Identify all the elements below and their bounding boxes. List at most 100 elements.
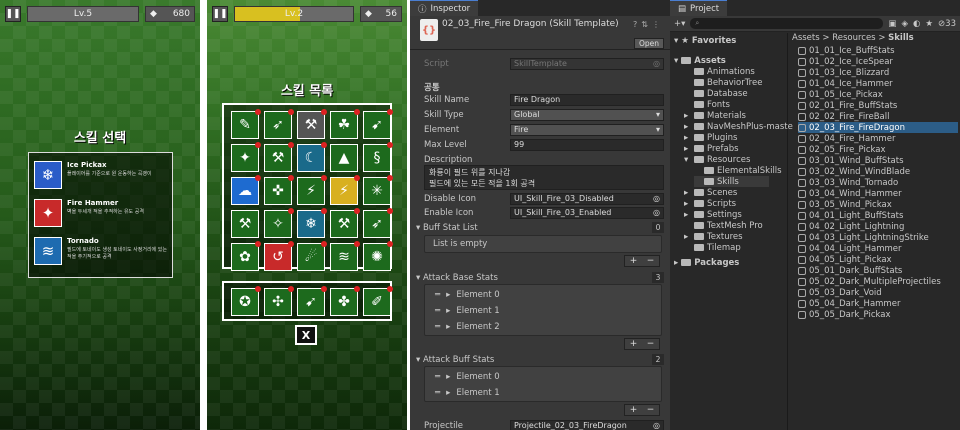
- object-picker-icon[interactable]: ◎: [653, 421, 660, 430]
- object-picker-icon[interactable]: ◎: [653, 194, 660, 203]
- asset-file[interactable]: 02_02_Fire_FireBall: [798, 111, 958, 122]
- skill-option-2[interactable]: ≋ Tornado 필드에 토네이도 생성 토네이도 사정거리에 있는 적을 주기…: [34, 237, 169, 271]
- filter-label-icon[interactable]: ◈: [901, 19, 908, 29]
- assets-node[interactable]: ▾ Assets: [674, 55, 726, 66]
- skill-slot[interactable]: ✿: [231, 241, 261, 271]
- list-element[interactable]: ═ ▸ Element 0: [435, 370, 500, 383]
- chevron-right-icon[interactable]: ▸: [684, 122, 691, 132]
- buff-stat-count[interactable]: 0: [652, 222, 664, 233]
- tab-inspector[interactable]: ⓘ Inspector: [410, 0, 479, 16]
- pause-button[interactable]: ❚❚: [5, 6, 21, 22]
- tree-folder[interactable]: ▸ Textures: [684, 231, 743, 242]
- asset-file[interactable]: 03_04_Wind_Hammer: [798, 188, 958, 199]
- asset-file[interactable]: 01_04_Ice_Hammer: [798, 78, 958, 89]
- chevron-down-icon[interactable]: ▾: [684, 155, 691, 165]
- skill-slot[interactable]: ☘: [330, 109, 360, 139]
- skill-slot[interactable]: ↺: [264, 241, 294, 271]
- skill-slot[interactable]: ✺: [363, 241, 393, 271]
- projectile-field[interactable]: Projectile_02_03_FireDragon ◎: [510, 419, 664, 430]
- tree-folder[interactable]: Database: [684, 88, 748, 99]
- skill-slot[interactable]: ✎: [231, 109, 261, 139]
- drag-handle-icon[interactable]: ═: [435, 388, 440, 398]
- skill-slot[interactable]: ☁: [231, 175, 261, 205]
- asset-file[interactable]: 05_04_Dark_Hammer: [798, 298, 958, 309]
- skill-slot[interactable]: ≋: [330, 241, 360, 271]
- skill-slot[interactable]: ✳: [363, 175, 393, 205]
- chevron-right-icon[interactable]: ▸: [684, 199, 691, 209]
- buff-stat-list-header[interactable]: ▾ Buff Stat List 0: [410, 221, 664, 234]
- skill-slot[interactable]: ▲: [330, 144, 358, 172]
- chevron-right-icon[interactable]: ▸: [684, 232, 691, 242]
- skill-slot[interactable]: ❄: [297, 208, 327, 238]
- asset-file[interactable]: 04_03_Light_LightningStrike: [798, 232, 958, 243]
- chevron-right-icon[interactable]: ▸: [684, 144, 691, 154]
- disable-icon-field[interactable]: UI_Skill_Fire_03_Disabled ◎: [510, 192, 664, 205]
- breadcrumb-assets[interactable]: Assets: [792, 33, 820, 43]
- packages-node[interactable]: ▸ Packages: [674, 257, 739, 268]
- drag-handle-icon[interactable]: ═: [435, 372, 440, 382]
- remove-button[interactable]: −: [642, 339, 659, 349]
- open-button[interactable]: Open: [633, 38, 664, 49]
- tree-folder[interactable]: Fonts: [684, 99, 730, 110]
- visibility-count[interactable]: ⊘33: [938, 19, 956, 29]
- max-level-input[interactable]: 99: [510, 138, 664, 151]
- skill-slot[interactable]: ✪: [231, 286, 261, 316]
- asset-file[interactable]: 02_03_Fire_FireDragon: [798, 122, 958, 133]
- asset-file[interactable]: 01_05_Ice_Pickax: [798, 89, 958, 100]
- asset-file[interactable]: 01_02_Ice_IceSpear: [798, 56, 958, 67]
- skill-option-1[interactable]: ✦ Fire Hammer 벽을 두세개 적을 추적하는 유도 공격: [34, 199, 169, 233]
- tree-folder[interactable]: ▸ Scripts: [684, 198, 736, 209]
- kebab-menu-icon[interactable]: ⋮: [652, 20, 664, 29]
- add-button[interactable]: +: [625, 339, 642, 349]
- pause-button[interactable]: ❚❚: [212, 6, 228, 22]
- skill-slot[interactable]: ⚒: [231, 210, 259, 238]
- attack-base-count[interactable]: 3: [652, 272, 664, 283]
- preset-icon[interactable]: ⇅: [641, 20, 652, 29]
- skill-slot[interactable]: ✤: [330, 286, 360, 316]
- asset-file[interactable]: 03_02_Wind_WindBlade: [798, 166, 958, 177]
- tree-folder[interactable]: TextMesh Pro: [684, 220, 763, 231]
- add-button[interactable]: +: [625, 405, 642, 415]
- asset-file[interactable]: 03_03_Wind_Tornado: [798, 177, 958, 188]
- tree-folder[interactable]: ▸ Materials: [684, 110, 746, 121]
- description-textarea[interactable]: 화룡이 필드 위를 지나감 필드에 있는 모든 적을 1회 공격: [424, 165, 664, 190]
- tree-folder[interactable]: ▸ Scenes: [684, 187, 737, 198]
- create-plus-icon[interactable]: +▾: [674, 19, 685, 29]
- skill-slot[interactable]: ⚒: [264, 142, 294, 172]
- asset-file[interactable]: 04_02_Light_Lightning: [798, 221, 958, 232]
- element-dropdown[interactable]: Fire ▾: [510, 123, 664, 136]
- tree-folder[interactable]: ▸ NavMeshPlus-maste: [684, 121, 793, 132]
- tree-folder[interactable]: ▸ Prefabs: [684, 143, 739, 154]
- list-element[interactable]: ═ ▸ Element 0: [435, 288, 500, 301]
- skill-slot[interactable]: ➹: [363, 109, 393, 139]
- drag-handle-icon[interactable]: ═: [435, 322, 440, 332]
- tree-folder[interactable]: ▸ Plugins: [684, 132, 737, 143]
- remove-button[interactable]: −: [642, 256, 659, 266]
- chevron-right-icon[interactable]: ▸: [684, 188, 691, 198]
- tree-folder[interactable]: ▸ Settings: [684, 209, 742, 220]
- skill-slot[interactable]: ⚒: [297, 109, 327, 139]
- hidden-packages-icon[interactable]: ◐: [913, 19, 920, 29]
- tree-folder[interactable]: Animations: [684, 66, 755, 77]
- skill-slot[interactable]: ➹: [297, 286, 327, 316]
- asset-file[interactable]: 01_03_Ice_Blizzard: [798, 67, 958, 78]
- asset-file[interactable]: 02_01_Fire_BuffStats: [798, 100, 958, 111]
- asset-file[interactable]: 01_01_Ice_BuffStats: [798, 45, 958, 56]
- skill-name-input[interactable]: Fire Dragon: [510, 93, 664, 106]
- enable-icon-field[interactable]: UI_Skill_Fire_03_Enabled ◎: [510, 206, 664, 219]
- chevron-right-icon[interactable]: ▸: [684, 210, 691, 220]
- asset-file[interactable]: 03_01_Wind_BuffStats: [798, 155, 958, 166]
- asset-file[interactable]: 04_05_Light_Pickax: [798, 254, 958, 265]
- skill-slot[interactable]: ☾: [297, 142, 327, 172]
- skill-slot[interactable]: ✣: [264, 286, 294, 316]
- asset-file[interactable]: 05_01_Dark_BuffStats: [798, 265, 958, 276]
- skill-slot[interactable]: ➶: [264, 109, 294, 139]
- project-search-input[interactable]: ⌕: [690, 18, 884, 29]
- tree-folder[interactable]: Skills: [694, 176, 769, 187]
- skill-slot[interactable]: ✐: [363, 286, 393, 316]
- tree-folder[interactable]: ▾ Resources: [684, 154, 750, 165]
- skill-slot[interactable]: ⚡: [297, 175, 327, 205]
- skill-slot[interactable]: ⚒: [330, 208, 360, 238]
- object-picker-icon[interactable]: ◎: [653, 208, 660, 217]
- attack-buff-count[interactable]: 2: [652, 354, 664, 365]
